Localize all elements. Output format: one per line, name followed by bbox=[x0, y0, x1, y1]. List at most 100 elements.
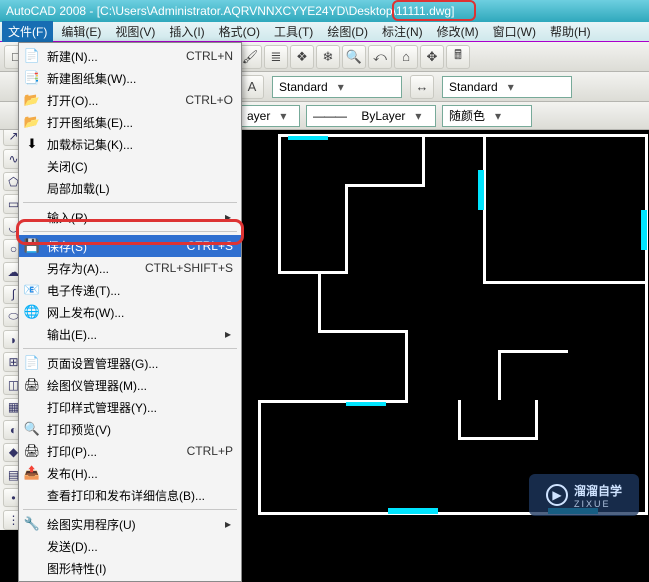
file-menu-item-19[interactable]: 🔍打印预览(V) bbox=[19, 418, 241, 440]
menu-item-icon: 📄 bbox=[23, 354, 41, 372]
dimstyle2-icon[interactable]: ↔ bbox=[410, 75, 434, 99]
file-menu-item-24[interactable]: 🔧绘图实用程序(U)▸ bbox=[19, 513, 241, 535]
watermark-brand: 溜溜自学 bbox=[574, 482, 622, 499]
file-menu-item-21[interactable]: 📤发布(H)... bbox=[19, 462, 241, 484]
menu-item-icon: ⬇ bbox=[23, 135, 41, 153]
menu-item-label: 图形特性(I) bbox=[47, 560, 233, 577]
file-menu-item-12[interactable]: 📧 电子传递(T)... bbox=[19, 279, 241, 301]
file-menu-item-2[interactable]: 📂 打开(O)... CTRL+O bbox=[19, 89, 241, 111]
file-menu-item-14[interactable]: 输出(E)...▸ bbox=[19, 323, 241, 345]
menu-item-label: 新建(N)... bbox=[47, 48, 180, 65]
menu-5[interactable]: 工具(T) bbox=[268, 21, 319, 42]
zoom-window-button[interactable]: 🔍 bbox=[342, 45, 366, 69]
menu-item-icon: 🔍 bbox=[23, 420, 41, 438]
dimstyle-combo[interactable]: Standard ▾ bbox=[442, 76, 572, 98]
file-menu-item-25[interactable]: 发送(D)... bbox=[19, 535, 241, 557]
file-menu-item-10[interactable]: 💾 保存(S) CTRL+S bbox=[19, 235, 241, 257]
menu-item-label: 发送(D)... bbox=[47, 538, 233, 555]
menu-0[interactable]: 文件(F) bbox=[2, 21, 53, 42]
chevron-down-icon: ▾ bbox=[276, 109, 290, 123]
play-icon: ▶ bbox=[546, 484, 568, 506]
menu-item-label: 打印样式管理器(Y)... bbox=[47, 399, 233, 416]
dimstyle-icon[interactable]: A bbox=[240, 75, 264, 99]
menu-item-icon: 📂 bbox=[23, 91, 41, 109]
menu-item-label: 打印(P)... bbox=[47, 443, 181, 460]
menu-separator bbox=[23, 202, 237, 203]
menu-item-shortcut: CTRL+S bbox=[187, 239, 233, 253]
menu-item-icon bbox=[23, 398, 41, 416]
menu-item-label: 打开(O)... bbox=[47, 92, 179, 109]
menu-1[interactable]: 编辑(E) bbox=[55, 21, 107, 42]
menu-item-shortcut: CTRL+P bbox=[187, 444, 233, 458]
file-menu-item-11[interactable]: 另存为(A)... CTRL+SHIFT+S bbox=[19, 257, 241, 279]
menu-item-icon: 💾 bbox=[23, 237, 41, 255]
calc-button[interactable]: 🖩 bbox=[446, 45, 470, 69]
dimstyle-value: Standard bbox=[449, 80, 498, 94]
file-menu-item-5[interactable]: 关闭(C) bbox=[19, 155, 241, 177]
menu-item-icon: 🖨 bbox=[23, 442, 41, 460]
menu-item-icon bbox=[23, 157, 41, 175]
layer-combo[interactable]: ayer ▾ bbox=[240, 105, 300, 127]
menu-item-label: 新建图纸集(W)... bbox=[47, 70, 233, 87]
menu-4[interactable]: 格式(O) bbox=[213, 21, 266, 42]
menu-item-icon bbox=[23, 259, 41, 277]
file-menu-item-18[interactable]: 打印样式管理器(Y)... bbox=[19, 396, 241, 418]
menu-10[interactable]: 帮助(H) bbox=[544, 21, 597, 42]
menu-item-label: 发布(H)... bbox=[47, 465, 233, 482]
layer-mgr-button[interactable]: ❖ bbox=[290, 45, 314, 69]
menu-separator bbox=[23, 348, 237, 349]
menu-item-icon: 📧 bbox=[23, 281, 41, 299]
file-menu-item-4[interactable]: ⬇加载标记集(K)... bbox=[19, 133, 241, 155]
layer-prev-button[interactable]: ≣ bbox=[264, 45, 288, 69]
menu-item-label: 另存为(A)... bbox=[47, 260, 139, 277]
color-combo[interactable]: 随颜色▾ bbox=[442, 105, 532, 127]
file-menu-item-0[interactable]: 📄新建(N)...CTRL+N bbox=[19, 45, 241, 67]
menu-item-icon bbox=[23, 179, 41, 197]
file-menu-item-20[interactable]: 🖨 打印(P)... CTRL+P bbox=[19, 440, 241, 462]
chevron-down-icon: ▾ bbox=[504, 80, 518, 94]
layer-value: ayer bbox=[247, 109, 270, 123]
menu-item-label: 局部加载(L) bbox=[47, 180, 233, 197]
file-menu-item-22[interactable]: 查看打印和发布详细信息(B)... bbox=[19, 484, 241, 506]
menu-item-shortcut: CTRL+O bbox=[185, 93, 233, 107]
linetype-combo[interactable]: ——— ByLayer▾ bbox=[306, 105, 436, 127]
textstyle-value: Standard bbox=[279, 80, 328, 94]
file-menu-item-1[interactable]: 📑 新建图纸集(W)... bbox=[19, 67, 241, 89]
menu-bar: 文件(F)编辑(E)视图(V)插入(I)格式(O)工具(T)绘图(D)标注(N)… bbox=[0, 22, 649, 42]
menu-7[interactable]: 标注(N) bbox=[376, 21, 429, 42]
menu-item-icon: 📄 bbox=[23, 47, 41, 65]
file-menu-item-26[interactable]: 图形特性(I) bbox=[19, 557, 241, 579]
file-menu-item-8[interactable]: 输入(R)...▸ bbox=[19, 206, 241, 228]
menu-3[interactable]: 插入(I) bbox=[163, 21, 210, 42]
menu-item-icon bbox=[23, 325, 41, 343]
menu-separator bbox=[23, 509, 237, 510]
chevron-down-icon: ▾ bbox=[411, 109, 425, 123]
chevron-down-icon: ▾ bbox=[334, 80, 348, 94]
menu-item-icon: 📂 bbox=[23, 113, 41, 131]
submenu-arrow-icon: ▸ bbox=[223, 517, 233, 531]
file-menu-item-13[interactable]: 🌐网上发布(W)... bbox=[19, 301, 241, 323]
menu-item-icon: 🌐 bbox=[23, 303, 41, 321]
menu-item-icon bbox=[23, 537, 41, 555]
file-menu-item-17[interactable]: 🖨绘图仪管理器(M)... bbox=[19, 374, 241, 396]
menu-item-icon bbox=[23, 559, 41, 577]
menu-item-label: 电子传递(T)... bbox=[47, 282, 233, 299]
file-menu-item-3[interactable]: 📂打开图纸集(E)... bbox=[19, 111, 241, 133]
menu-item-shortcut: CTRL+SHIFT+S bbox=[145, 261, 233, 275]
freeze-button[interactable]: ❄ bbox=[316, 45, 340, 69]
menu-item-label: 保存(S) bbox=[47, 238, 181, 255]
menu-2[interactable]: 视图(V) bbox=[109, 21, 161, 42]
zoom-ext-button[interactable]: ⌂ bbox=[394, 45, 418, 69]
submenu-arrow-icon: ▸ bbox=[223, 327, 233, 341]
textstyle-combo[interactable]: Standard ▾ bbox=[272, 76, 402, 98]
file-menu-item-6[interactable]: 局部加载(L) bbox=[19, 177, 241, 199]
zoom-prev-button[interactable]: ⤺ bbox=[368, 45, 392, 69]
title-bar: AutoCAD 2008 - [C:\Users\Administrator.A… bbox=[0, 0, 649, 22]
linetype-value: ByLayer bbox=[361, 109, 405, 123]
pan-button[interactable]: ✥ bbox=[420, 45, 444, 69]
menu-9[interactable]: 窗口(W) bbox=[487, 21, 542, 42]
menu-6[interactable]: 绘图(D) bbox=[321, 21, 374, 42]
file-menu-item-16[interactable]: 📄页面设置管理器(G)... bbox=[19, 352, 241, 374]
menu-item-icon: 📑 bbox=[23, 69, 41, 87]
menu-8[interactable]: 修改(M) bbox=[431, 21, 485, 42]
